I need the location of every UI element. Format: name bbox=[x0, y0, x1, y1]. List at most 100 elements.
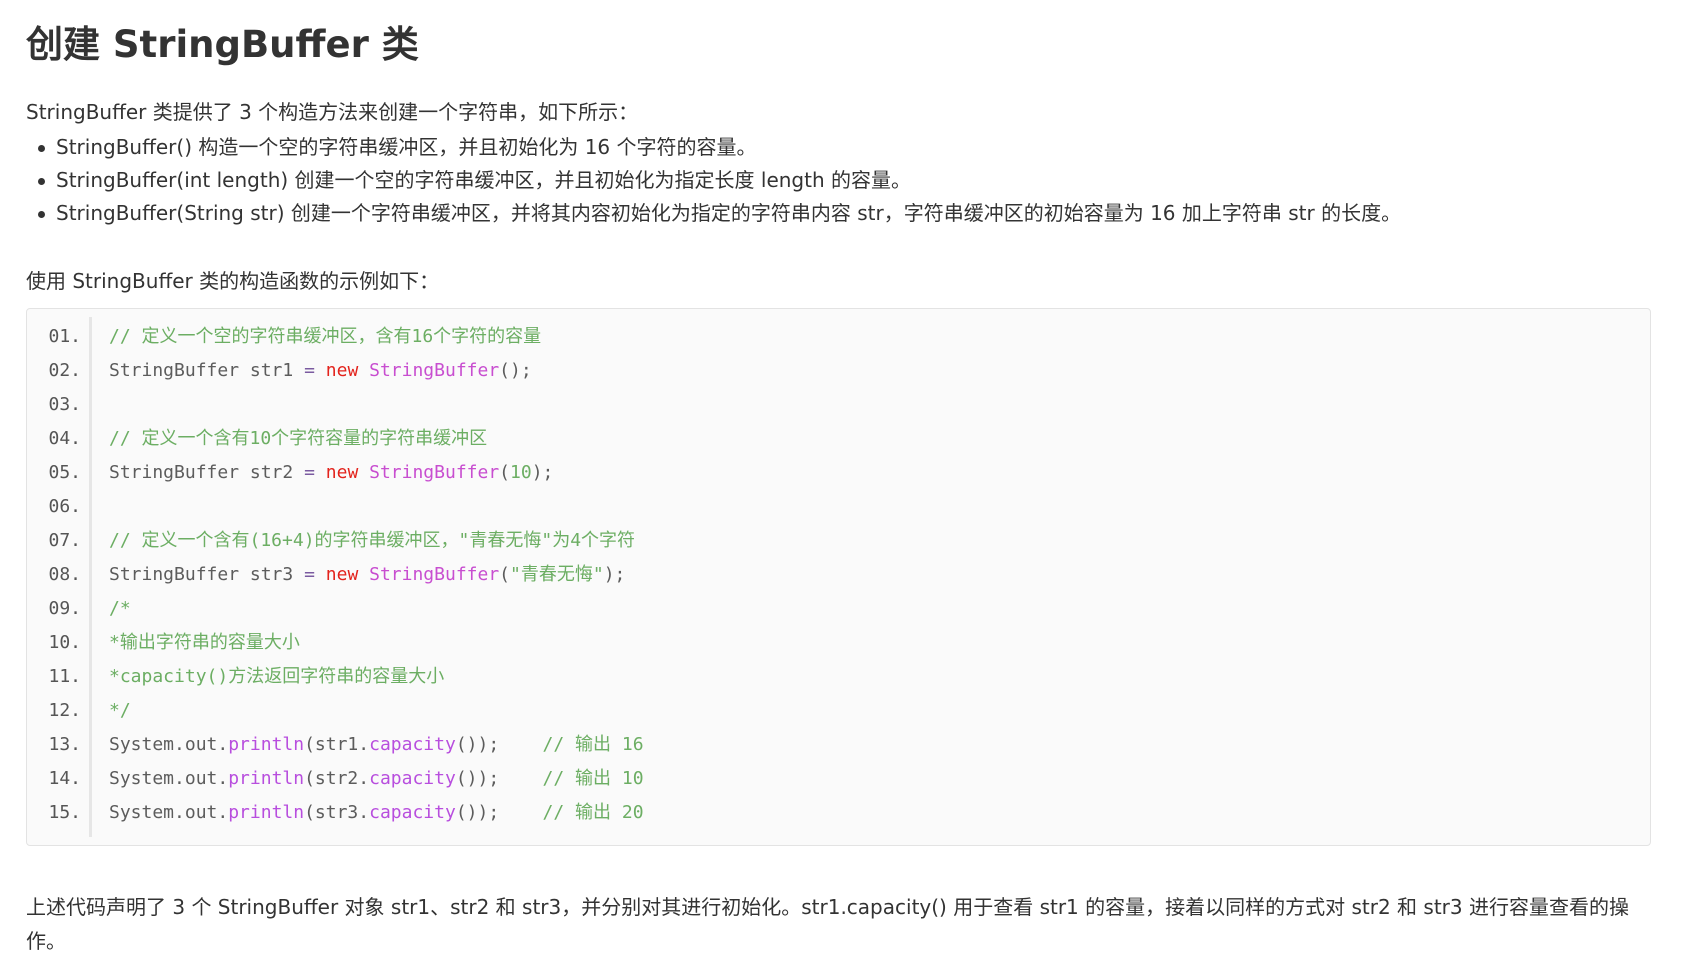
code-token-plain: ()); bbox=[455, 768, 543, 789]
code-token-method: capacity bbox=[369, 768, 456, 789]
code-token-op: = bbox=[304, 462, 315, 483]
code-text: // 定义一个含有(16+4)的字符串缓冲区，"青春无悔"为4个字符 bbox=[109, 524, 635, 558]
code-token-plain: System.out. bbox=[109, 768, 229, 789]
code-line: 04. // 定义一个含有10个字符容量的字符串缓冲区 bbox=[27, 422, 1650, 456]
code-line: 02. StringBuffer str1 = new StringBuffer(… bbox=[27, 354, 1650, 388]
code-line: 03. bbox=[27, 388, 1650, 422]
example-intro: 使用 StringBuffer 类的构造函数的示例如下： bbox=[26, 269, 440, 293]
code-line: 08. StringBuffer str3 = new StringBuffer(… bbox=[27, 558, 1650, 592]
intro-paragraph: StringBuffer 类提供了 3 个构造方法来创建一个字符串，如下所示： bbox=[26, 100, 639, 124]
code-token-plain: (str2. bbox=[304, 768, 370, 789]
code-text: // 定义一个空的字符串缓冲区，含有16个字符的容量 bbox=[109, 320, 541, 354]
line-number: 07. bbox=[48, 530, 81, 551]
code-token-comment: */ bbox=[109, 700, 131, 721]
list-item: StringBuffer(int length) 创建一个空的字符串缓冲区，并且… bbox=[26, 164, 1401, 197]
code-token-plain: StringBuffer str1 bbox=[109, 360, 305, 381]
code-text: */ bbox=[109, 694, 131, 728]
code-text: System.out.println(str2.capacity()); // … bbox=[109, 762, 644, 796]
constructor-list: StringBuffer() 构造一个空的字符串缓冲区，并且初始化为 16 个字… bbox=[26, 131, 1401, 230]
code-line: 09. /* bbox=[27, 592, 1650, 626]
code-token-comment: // 输出 20 bbox=[542, 802, 644, 823]
code-text: StringBuffer str3 = new StringBuffer("青春… bbox=[109, 558, 625, 592]
code-token-plain: (str1. bbox=[304, 734, 370, 755]
code-token-class: StringBuffer bbox=[369, 564, 500, 585]
code-line: 15. System.out.println(str3.capacity()); … bbox=[27, 796, 1650, 830]
line-number: 04. bbox=[48, 428, 81, 449]
code-token-keyword: new bbox=[325, 462, 359, 483]
list-item-text: StringBuffer() 构造一个空的字符串缓冲区，并且初始化为 16 个字… bbox=[56, 135, 757, 159]
line-number: 06. bbox=[48, 496, 81, 517]
code-text: /* bbox=[109, 592, 131, 626]
line-number: 11. bbox=[48, 666, 81, 687]
bullet-icon bbox=[38, 178, 45, 185]
line-number: 01. bbox=[48, 326, 81, 347]
code-token-comment: // 输出 10 bbox=[542, 768, 644, 789]
code-token-comment: // 定义一个空的字符串缓冲区，含有16个字符的容量 bbox=[109, 326, 542, 347]
code-text: *输出字符串的容量大小 bbox=[109, 626, 300, 660]
code-token-method: capacity bbox=[369, 802, 456, 823]
article-page: 创建 StringBuffer 类 StringBuffer 类提供了 3 个构… bbox=[0, 0, 1699, 953]
code-block: 01. // 定义一个空的字符串缓冲区，含有16个字符的容量 02. StringBu… bbox=[26, 308, 1651, 846]
code-token-class: StringBuffer bbox=[369, 462, 500, 483]
code-line: 01. // 定义一个空的字符串缓冲区，含有16个字符的容量 bbox=[27, 320, 1650, 354]
line-number: 03. bbox=[48, 394, 81, 415]
code-token-comment: // 定义一个含有(16+4)的字符串缓冲区，"青春无悔"为4个字符 bbox=[109, 530, 636, 551]
code-token-keyword: new bbox=[325, 564, 359, 585]
code-token-plain: ()); bbox=[455, 802, 543, 823]
code-token-keyword: new bbox=[325, 360, 359, 381]
code-token-number: 10 bbox=[510, 462, 532, 483]
code-line: 12. */ bbox=[27, 694, 1650, 728]
code-token-op: = bbox=[304, 564, 315, 585]
list-item-text: StringBuffer(int length) 创建一个空的字符串缓冲区，并且… bbox=[56, 168, 911, 192]
code-token-plain: (); bbox=[499, 360, 532, 381]
code-token-comment: // 输出 16 bbox=[542, 734, 644, 755]
code-text: System.out.println(str1.capacity()); // … bbox=[109, 728, 644, 762]
code-line: 06. bbox=[27, 490, 1650, 524]
line-number: 09. bbox=[48, 598, 81, 619]
code-text: StringBuffer str1 = new StringBuffer(); bbox=[109, 354, 532, 388]
code-token-plain: System.out. bbox=[109, 802, 229, 823]
line-number: 08. bbox=[48, 564, 81, 585]
line-number: 02. bbox=[48, 360, 81, 381]
code-token-comment: // 定义一个含有10个字符容量的字符串缓冲区 bbox=[109, 428, 488, 449]
line-number: 12. bbox=[48, 700, 81, 721]
code-token-method: println bbox=[228, 768, 305, 789]
code-token-method: println bbox=[228, 734, 305, 755]
code-token-plain: ); bbox=[531, 462, 554, 483]
code-token-op: = bbox=[304, 360, 315, 381]
summary-paragraph: 上述代码声明了 3 个 StringBuffer 对象 str1、str2 和 … bbox=[26, 895, 1629, 953]
list-item: StringBuffer(String str) 创建一个字符串缓冲区，并将其内… bbox=[26, 197, 1401, 230]
code-token-plain: StringBuffer str3 bbox=[109, 564, 305, 585]
line-number: 15. bbox=[48, 802, 81, 823]
code-token-method: println bbox=[228, 802, 305, 823]
code-token-plain: ( bbox=[499, 564, 511, 585]
code-text: // 定义一个含有10个字符容量的字符串缓冲区 bbox=[109, 422, 487, 456]
list-item: StringBuffer() 构造一个空的字符串缓冲区，并且初始化为 16 个字… bbox=[26, 131, 1401, 164]
line-number: 10. bbox=[48, 632, 81, 653]
code-token-plain: ()); bbox=[455, 734, 543, 755]
code-text: System.out.println(str3.capacity()); // … bbox=[109, 796, 644, 830]
code-token-comment: *capacity()方法返回字符串的容量大小 bbox=[109, 666, 445, 687]
code-token-comment: /* bbox=[109, 598, 131, 619]
code-line: 11. *capacity()方法返回字符串的容量大小 bbox=[27, 660, 1650, 694]
code-line: 05. StringBuffer str2 = new StringBuffer(… bbox=[27, 456, 1650, 490]
code-text: StringBuffer str2 = new StringBuffer(10)… bbox=[109, 456, 553, 490]
line-number: 05. bbox=[48, 462, 81, 483]
code-lines: 01. // 定义一个空的字符串缓冲区，含有16个字符的容量 02. StringBu… bbox=[27, 320, 1650, 830]
code-line: 10. *输出字符串的容量大小 bbox=[27, 626, 1650, 660]
code-line: 07. // 定义一个含有(16+4)的字符串缓冲区，"青春无悔"为4个字符 bbox=[27, 524, 1650, 558]
list-item-text: StringBuffer(String str) 创建一个字符串缓冲区，并将其内… bbox=[56, 201, 1402, 225]
code-token-plain: ( bbox=[499, 462, 511, 483]
code-token-plain: StringBuffer str2 bbox=[109, 462, 305, 483]
code-token-plain: (str3. bbox=[304, 802, 370, 823]
code-token-plain: System.out. bbox=[109, 734, 229, 755]
code-token-class: StringBuffer bbox=[369, 360, 500, 381]
section-title: 创建 StringBuffer 类 bbox=[26, 23, 419, 66]
code-text: *capacity()方法返回字符串的容量大小 bbox=[109, 660, 444, 694]
